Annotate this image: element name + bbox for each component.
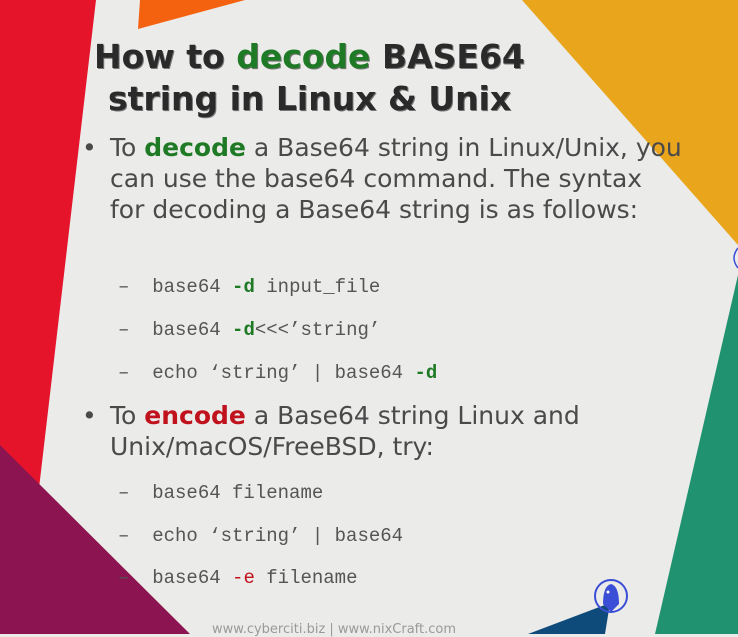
- dash: –: [118, 525, 130, 547]
- command-line: – echo ‘string’ | base64: [118, 525, 403, 547]
- command-text: echo ‘string’ | base64: [152, 362, 415, 384]
- bullet-pre: To: [110, 133, 145, 162]
- command-text: base64: [152, 319, 233, 341]
- command-flag: -d: [232, 276, 255, 298]
- command-line: – base64 filename: [118, 482, 323, 504]
- command-text: input_file: [254, 276, 381, 298]
- bullet-text: To encode a Base64 string Linux and Unix…: [82, 400, 642, 462]
- title-line2: string in Linux & Unix: [108, 79, 512, 118]
- command-text: base64: [152, 276, 233, 298]
- command-line: – echo ‘string’ | base64 -d: [118, 362, 437, 384]
- blue-arc-icon: [733, 247, 738, 269]
- bullet-highlight: encode: [144, 401, 246, 430]
- command-text: echo ‘string’ | base64: [152, 525, 404, 547]
- command-text: filename: [254, 567, 358, 589]
- bullet-dot-icon: •: [82, 133, 97, 162]
- dash: –: [118, 276, 130, 298]
- teal-shape: [655, 275, 738, 634]
- command-flag: -d: [414, 362, 438, 384]
- command-text: <<<’string’: [254, 319, 381, 341]
- command-flag: -e: [232, 567, 255, 589]
- footer-text: www.cyberciti.biz | www.nixCraft.com: [212, 622, 457, 637]
- command-line: – base64 -d<<<’string’: [118, 319, 380, 341]
- title-highlight: decode: [236, 37, 371, 76]
- bullet-highlight: decode: [144, 133, 246, 162]
- page-title: How to decode BASE64 string in Linux & U…: [94, 36, 525, 120]
- dash: –: [118, 362, 130, 384]
- penguin-logo-icon: [594, 579, 628, 613]
- bullet-encode: • To encode a Base64 string Linux and Un…: [82, 400, 642, 462]
- bullet-pre: To: [110, 401, 145, 430]
- blue-shape: [528, 603, 610, 634]
- dash: –: [118, 319, 130, 341]
- orange-shape: [138, 0, 245, 29]
- title-text: How to: [94, 37, 237, 76]
- dash: –: [118, 567, 130, 589]
- command-flag: -d: [232, 319, 255, 341]
- dash: –: [118, 482, 130, 504]
- bullet-decode: • To decode a Base64 string in Linux/Uni…: [82, 132, 682, 225]
- bullet-dot-icon: •: [82, 401, 97, 430]
- title-text: BASE64: [370, 37, 525, 76]
- bullet-text: To decode a Base64 string in Linux/Unix,…: [82, 132, 682, 225]
- command-text: base64: [152, 567, 233, 589]
- command-line: – base64 -e filename: [118, 567, 357, 589]
- command-text: base64 filename: [152, 482, 324, 504]
- command-line: – base64 -d input_file: [118, 276, 380, 298]
